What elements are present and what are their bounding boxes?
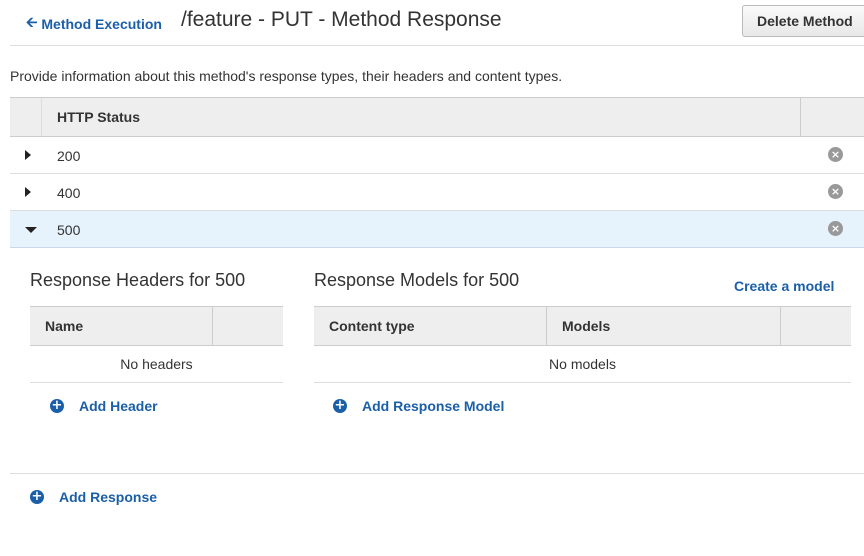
name-column-header: Name: [45, 318, 84, 334]
status-code: 500: [57, 222, 81, 238]
add-response-model-link[interactable]: + Add Response Model: [333, 398, 504, 414]
add-response-model-label: Add Response Model: [362, 398, 505, 414]
remove-icon[interactable]: ×: [828, 221, 843, 236]
remove-icon[interactable]: ×: [828, 147, 843, 162]
add-response-link[interactable]: + Add Response: [30, 489, 157, 505]
status-table-header: HTTP Status: [10, 97, 864, 137]
expand-caret-icon[interactable]: [25, 150, 31, 160]
expand-caret-icon[interactable]: [25, 187, 31, 197]
plus-circle-icon: +: [50, 398, 64, 413]
no-headers-message: No headers: [30, 346, 283, 383]
headers-table-header: Name: [30, 306, 283, 346]
delete-method-button[interactable]: Delete Method: [742, 5, 864, 37]
collapse-caret-icon[interactable]: [25, 227, 37, 233]
create-model-link[interactable]: Create a model: [734, 278, 834, 294]
content-type-column-header: Content type: [329, 318, 415, 334]
plus-circle-icon: +: [333, 398, 347, 413]
page-description: Provide information about this method's …: [10, 68, 563, 84]
back-link-label: Method Execution: [41, 16, 162, 32]
status-row-200[interactable]: 200 ×: [10, 137, 864, 174]
status-row-500[interactable]: 500 ×: [10, 211, 864, 248]
status-code: 400: [57, 185, 81, 201]
response-headers-table: Name No headers: [30, 306, 283, 383]
page-title: /feature - PUT - Method Response: [181, 8, 502, 31]
add-header-link[interactable]: + Add Header: [50, 398, 158, 414]
arrow-left-icon: 🡨: [26, 14, 38, 30]
header-divider: [10, 45, 864, 46]
http-status-table: HTTP Status 200 × 400 × 500 ×: [10, 97, 864, 248]
status-code: 200: [57, 148, 81, 164]
http-status-column-header: HTTP Status: [57, 109, 140, 125]
remove-icon[interactable]: ×: [828, 184, 843, 199]
models-table-header: Content type Models: [314, 306, 851, 346]
models-column-header: Models: [562, 318, 611, 334]
plus-circle-icon: +: [30, 489, 44, 504]
add-header-label: Add Header: [79, 398, 158, 414]
no-models-message: No models: [314, 346, 851, 383]
response-models-title: Response Models for 500: [314, 270, 520, 290]
status-row-400[interactable]: 400 ×: [10, 174, 864, 211]
add-response-label: Add Response: [59, 489, 158, 505]
method-execution-back-link[interactable]: 🡨 Method Execution: [26, 12, 162, 36]
response-headers-title: Response Headers for 500: [30, 270, 246, 290]
section-divider: [10, 473, 864, 474]
response-models-table: Content type Models No models: [314, 306, 851, 383]
